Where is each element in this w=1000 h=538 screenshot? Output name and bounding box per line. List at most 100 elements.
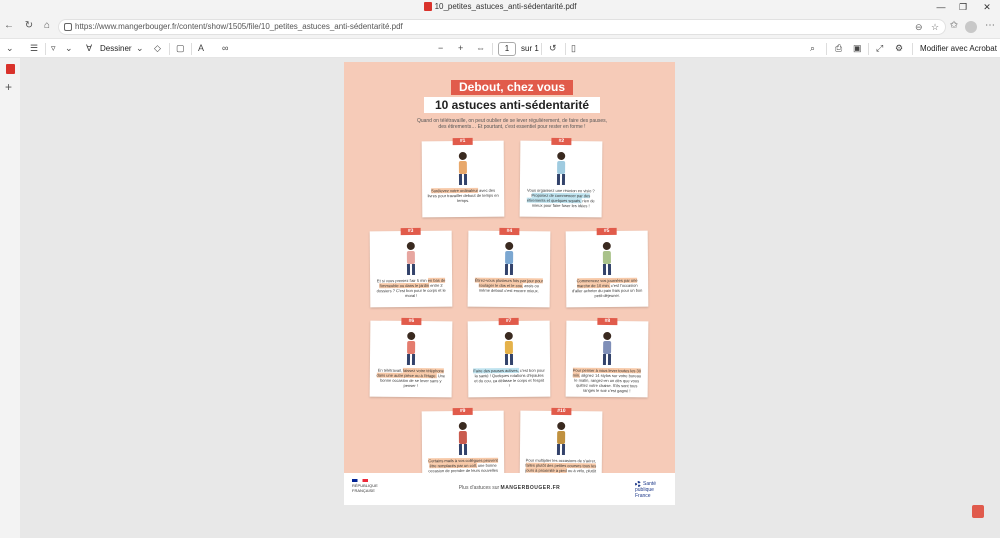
astuce-illustration — [592, 329, 622, 367]
astuce-number: #6 — [401, 317, 422, 326]
astuce-text: Faire des pauses actives, c'est bon pour… — [473, 368, 545, 389]
profile-avatar[interactable] — [965, 21, 977, 33]
footer-link: Plus d'astuces sur MANGERBOUGER.FR — [458, 485, 561, 491]
astuce-text: Commencez vos journées par une marche de… — [571, 278, 643, 299]
astuce-number: #9 — [452, 407, 473, 416]
fullscreen-icon[interactable]: ⤢ — [876, 43, 883, 54]
mangerbouger-brand: MANGERBOUGER.FR — [500, 485, 561, 491]
home-icon[interactable]: ⌂ — [41, 20, 53, 31]
astuce-text: Pour penser à vous lever toutes les 30 m… — [571, 367, 643, 394]
astuce-text: Et si vous preniez l'air 5 min en bas de… — [375, 277, 447, 299]
astuce-card: #7 Faire des pauses actives, c'est bon po… — [467, 317, 551, 398]
read-aloud-icon[interactable]: A — [198, 43, 204, 53]
lock-icon — [64, 23, 72, 31]
draw-button[interactable]: Dessiner — [100, 44, 132, 53]
zoom-icon[interactable]: ⊖ — [915, 22, 923, 33]
astuce-illustration — [494, 239, 524, 277]
astuce-card: #4 Étirez-vous plusieurs fois par jour po… — [467, 227, 551, 308]
save-icon[interactable]: ▣ — [853, 43, 862, 54]
astuce-number: #5 — [596, 227, 617, 236]
print-icon[interactable]: ⎙ — [835, 43, 842, 54]
title-bar: 10_petites_astuces_anti-sédentarité.pdf … — [0, 0, 1000, 16]
astuce-text: Surélevez votre ordinateur avec des livr… — [427, 188, 499, 204]
page-number-input[interactable]: 1 — [498, 42, 516, 56]
astuce-card: #3 Et si vous preniez l'air 5 min en bas … — [369, 227, 453, 308]
pdf-file-icon — [423, 2, 432, 11]
astuce-illustration — [396, 329, 426, 367]
window-title: 10_petites_astuces_anti-sédentarité.pdf — [0, 2, 1000, 11]
astuce-illustration — [494, 329, 524, 367]
astuce-number: #10 — [551, 407, 572, 416]
favorite-star-icon[interactable]: ☆ — [931, 22, 939, 33]
sidebar: + — [0, 58, 20, 538]
acrobat-icon[interactable] — [972, 505, 984, 518]
astuce-number: #2 — [551, 137, 572, 146]
open-in-acrobat-button[interactable]: Modifier avec Acrobat — [920, 44, 997, 53]
chevron-down-icon[interactable]: ⌄ — [6, 43, 14, 54]
astuce-text: Étirez-vous plusieurs fois par jour pour… — [473, 277, 545, 294]
astuce-illustration — [448, 419, 478, 457]
astuce-illustration — [546, 419, 576, 457]
astuce-text: En télétravail, laissez votre téléphone … — [375, 368, 447, 389]
page-view-icon[interactable]: ▯ — [571, 43, 576, 54]
astuce-number: #7 — [498, 317, 519, 326]
favorites-icon[interactable]: ✩ — [948, 20, 960, 31]
close-button[interactable]: ✕ — [980, 2, 994, 13]
maximize-button[interactable]: ❐ — [956, 2, 970, 13]
astuce-number: #4 — [499, 227, 520, 236]
french-flag-icon — [352, 479, 368, 482]
divider — [169, 43, 170, 55]
more-menu-icon[interactable]: ⋯ — [984, 20, 996, 31]
divider — [912, 43, 913, 55]
astuce-card: #8 Pour penser à vous lever toutes les 30… — [565, 317, 649, 398]
poster-title-line1: Debout, chez vous — [451, 80, 573, 95]
pdf-page: Debout, chez vous 10 astuces anti-sédent… — [344, 62, 675, 505]
poster-title-line2: 10 astuces anti-sédentarité — [424, 97, 600, 113]
divider — [565, 43, 566, 55]
divider — [191, 43, 192, 55]
table-of-contents-icon[interactable]: ☰ — [30, 43, 38, 54]
url-text: https://www.mangerbouger.fr/content/show… — [75, 22, 403, 31]
astuce-illustration — [592, 239, 622, 277]
divider — [541, 43, 542, 55]
divider — [868, 43, 869, 55]
poster-intro: Quand on télétravaille, on peut oublier … — [416, 118, 608, 130]
astuce-text-post: alignez 14 stylos sur votre bureau le ma… — [574, 372, 642, 394]
page-total: sur 1 — [521, 44, 539, 53]
pdf-tab-icon[interactable] — [6, 64, 15, 74]
poster-footer: RÉPUBLIQUE FRANÇAISE Plus d'astuces sur … — [344, 473, 675, 505]
zoom-out-button[interactable]: − — [438, 43, 443, 53]
chevron-down-icon[interactable]: ⌄ — [136, 43, 144, 54]
immersive-reader-icon[interactable]: ∞ — [222, 43, 228, 53]
sante-publique-logo: Santé publique France — [635, 481, 657, 499]
astuce-illustration — [396, 239, 426, 277]
minimize-button[interactable]: — — [934, 2, 948, 12]
eraser-icon[interactable]: ◇ — [154, 43, 161, 54]
astuce-card: #6 En télétravail, laissez votre téléphon… — [369, 317, 453, 398]
highlight-icon[interactable]: ▿ — [51, 43, 56, 54]
pdf-toolbar: ⌄ ☰ ▿ ⌄ ∀ Dessiner ⌄ ◇ ▢ A ∞ − + ⇔ 1 sur… — [0, 38, 1000, 58]
divider — [826, 43, 827, 55]
add-tab-icon[interactable]: + — [5, 80, 12, 94]
divider — [492, 43, 493, 55]
back-icon[interactable]: ← — [3, 20, 15, 31]
fit-page-icon[interactable]: ⇔ — [476, 43, 485, 53]
astuce-card: #2 Vous organisez une réunion en visio ? … — [519, 137, 603, 218]
astuce-illustration — [546, 149, 576, 187]
astuce-card: #5 Commencez vos journées par une marche … — [565, 227, 649, 308]
draw-icon[interactable]: ∀ — [86, 43, 92, 54]
text-box-icon[interactable]: ▢ — [176, 43, 185, 54]
astuce-illustration — [448, 149, 478, 187]
astuce-number: #8 — [597, 317, 618, 326]
settings-gear-icon[interactable]: ⚙ — [895, 43, 903, 54]
zoom-in-button[interactable]: + — [458, 43, 463, 53]
search-icon[interactable]: ⌕ — [810, 43, 815, 54]
rotate-icon[interactable]: ↺ — [549, 43, 557, 54]
astuce-text: Vous organisez une réunion en visio ? Pr… — [525, 188, 597, 209]
url-field[interactable]: https://www.mangerbouger.fr/content/show… — [58, 19, 946, 35]
astuce-number: #1 — [452, 137, 473, 146]
chevron-down-icon[interactable]: ⌄ — [65, 43, 73, 54]
divider — [45, 43, 46, 55]
refresh-icon[interactable]: ↻ — [23, 20, 35, 31]
pdf-viewer[interactable]: Debout, chez vous 10 astuces anti-sédent… — [20, 58, 1000, 538]
